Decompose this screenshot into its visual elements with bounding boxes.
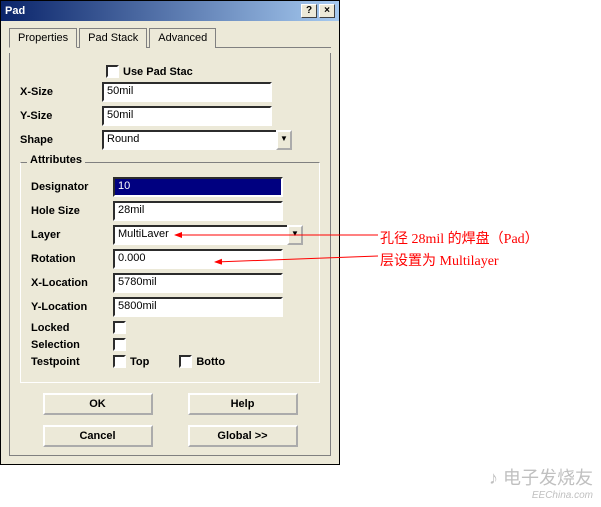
holesize-input[interactable]: 28mil [113,201,283,221]
testpoint-top-checkbox[interactable] [113,355,126,368]
close-icon[interactable] [319,4,335,18]
ysize-label: Y-Size [20,110,102,122]
xsize-input[interactable]: 50mil [102,82,272,102]
yloc-input[interactable]: 5800mil [113,297,283,317]
shape-label: Shape [20,134,102,146]
xloc-input[interactable]: 5780mil [113,273,283,293]
use-padstack-label: Use Pad Stac [123,66,193,78]
holesize-label: Hole Size [31,205,113,217]
tab-properties[interactable]: Properties [9,28,77,48]
shape-combo[interactable]: Round [102,130,276,150]
tab-advanced[interactable]: Advanced [149,28,216,48]
testpoint-top-label: Top [130,356,149,368]
testpoint-bottom-checkbox[interactable] [179,355,192,368]
locked-checkbox[interactable] [113,321,126,334]
help-button[interactable]: Help [188,393,298,415]
xloc-label: X-Location [31,277,113,289]
rotation-input[interactable]: 0.000 [113,249,283,269]
designator-label: Designator [31,181,113,193]
annotation-layer: 层设置为 Multilayer [380,250,499,270]
tab-strip: Properties Pad Stack Advanced [9,27,331,48]
tab-padstack[interactable]: Pad Stack [79,28,147,48]
watermark: ♪ 电子发烧友 EEChina.com [489,464,593,501]
rotation-label: Rotation [31,253,113,265]
window-title: Pad [5,5,25,17]
chevron-down-icon[interactable] [287,225,303,245]
layer-label: Layer [31,229,113,241]
help-icon[interactable] [301,4,317,18]
titlebar[interactable]: Pad [1,1,339,21]
pad-dialog: Pad Properties Pad Stack Advanced Use Pa… [0,0,340,465]
attributes-legend: Attributes [27,154,85,166]
yloc-label: Y-Location [31,301,113,313]
layer-combo[interactable]: MultiLaver [113,225,287,245]
selection-checkbox[interactable] [113,338,126,351]
cancel-button[interactable]: Cancel [43,425,153,447]
watermark-url: EEChina.com [489,490,593,501]
global-button[interactable]: Global >> [188,425,298,447]
attributes-group: Attributes Designator 10 Hole Size 28mil… [20,162,320,383]
designator-input[interactable]: 10 [113,177,283,197]
annotation-holesize: 孔径 28mil 的焊盘（Pad） [380,228,539,248]
testpoint-bottom-label: Botto [196,356,225,368]
ok-button[interactable]: OK [43,393,153,415]
selection-label: Selection [31,339,113,351]
ysize-input[interactable]: 50mil [102,106,272,126]
xsize-label: X-Size [20,86,102,98]
locked-label: Locked [31,322,113,334]
watermark-logo: ♪ 电子发烧友 [489,464,593,490]
use-padstack-checkbox[interactable] [106,65,119,78]
chevron-down-icon[interactable] [276,130,292,150]
testpoint-label: Testpoint [31,356,113,368]
tab-panel: Use Pad Stac X-Size 50mil Y-Size 50mil S… [9,53,331,456]
